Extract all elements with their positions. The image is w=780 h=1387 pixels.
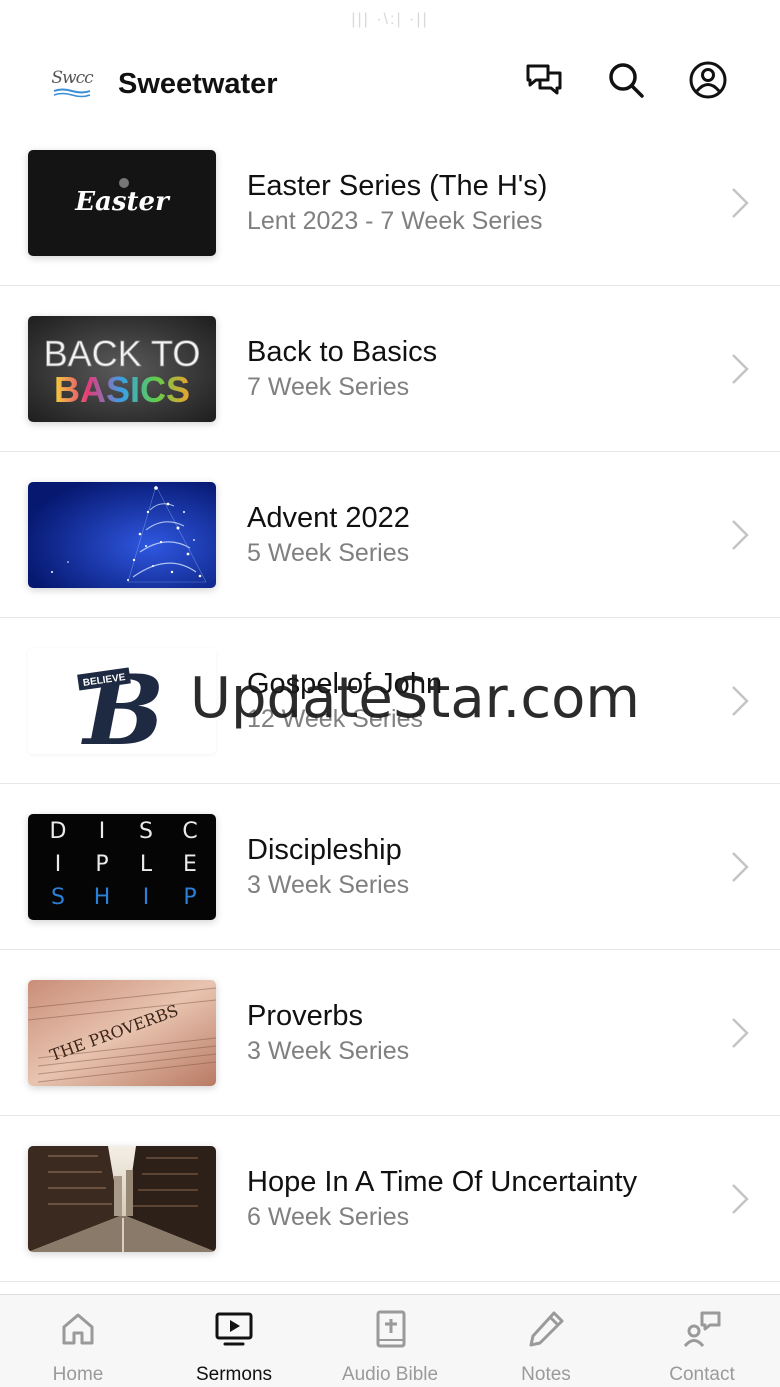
- sermon-text: Easter Series (The H's) Lent 2023 - 7 We…: [247, 170, 547, 236]
- tab-label: Contact: [669, 1364, 735, 1385]
- sermon-text: Discipleship 3 Week Series: [247, 834, 409, 900]
- tab-label: Sermons: [195, 1364, 273, 1385]
- contact-icon: [682, 1309, 722, 1349]
- sermon-subtitle: Lent 2023 - 7 Week Series: [247, 206, 543, 235]
- tab-label: Audio Bible: [341, 1364, 439, 1385]
- chevron-right-icon: [732, 851, 749, 882]
- sermon-thumbnail: DISCIPLESHIP: [28, 813, 216, 920]
- app-logo: Swcc: [50, 62, 94, 106]
- app-title: Sweetwater: [118, 67, 278, 100]
- sermon-subtitle: 3 Week Series: [247, 870, 410, 899]
- tv-play-icon: [214, 1309, 254, 1349]
- pencil-icon: [526, 1309, 566, 1349]
- tab-sermons[interactable]: Sermons: [156, 1295, 312, 1387]
- home-icon: [58, 1309, 98, 1349]
- sermon-row-advent-2022[interactable]: Advent 2022 5 Week Series: [0, 452, 780, 618]
- sermon-text: Gospel of John 12 Week Series: [247, 668, 442, 734]
- sermon-text: Back to Basics 7 Week Series: [247, 336, 437, 402]
- tab-notes[interactable]: Notes: [468, 1295, 624, 1387]
- app-header: Swcc Sweetwater: [0, 40, 780, 128]
- sermon-title: Back to Basics: [247, 335, 438, 368]
- chevron-right-icon: [732, 685, 749, 716]
- bible-icon: [370, 1309, 410, 1349]
- sermon-thumbnail: THE PROVERBS: [28, 979, 216, 1086]
- sermon-row-back-to-basics[interactable]: BACK TO BASICS Back to Basics 7 Week Ser…: [0, 286, 780, 452]
- sermon-thumbnail: [28, 1145, 216, 1252]
- sermon-subtitle: 3 Week Series: [247, 1036, 410, 1065]
- logo-wave-icon: [53, 88, 91, 97]
- tab-contact[interactable]: Contact: [624, 1295, 780, 1387]
- tab-label: Notes: [521, 1364, 571, 1385]
- sermon-thumbnail: B BELIEVE: [28, 647, 216, 754]
- thumb-letter: S: [51, 885, 65, 910]
- thumb-letter: P: [183, 885, 196, 910]
- thumb-letter: I: [143, 885, 150, 910]
- chevron-right-icon: [732, 187, 749, 218]
- status-text: ||| ·\:| ·||: [351, 11, 429, 28]
- sermon-thumbnail: BACK TO BASICS: [28, 315, 216, 422]
- thumb-letter: L: [140, 852, 153, 877]
- thumb-letter: C: [182, 819, 197, 844]
- chevron-right-icon: [732, 1183, 749, 1214]
- search-icon[interactable]: [604, 58, 648, 102]
- sermon-thumbnail: [28, 481, 216, 588]
- sermon-row-proverbs[interactable]: THE PROVERBS Proverbs 3 Week Series: [0, 950, 780, 1116]
- sermon-row-hope[interactable]: Hope In A Time Of Uncertainty 6 Week Ser…: [0, 1116, 780, 1282]
- sermon-title: Proverbs: [247, 999, 364, 1032]
- chevron-right-icon: [732, 1017, 749, 1048]
- thumb-letter: D: [50, 819, 67, 844]
- sermon-subtitle: 7 Week Series: [247, 372, 410, 401]
- sermon-title: Hope In A Time Of Uncertainty: [247, 1165, 638, 1198]
- sermon-list: Easter Easter Series (The H's) Lent 2023…: [0, 120, 780, 1282]
- tab-audio-bible[interactable]: Audio Bible: [312, 1295, 468, 1387]
- thumb-letter: I: [99, 819, 106, 844]
- sermon-title: Easter Series (The H's): [247, 169, 548, 202]
- sermon-title: Discipleship: [247, 833, 402, 866]
- chat-icon[interactable]: [522, 58, 566, 102]
- sermon-row-discipleship[interactable]: DISCIPLESHIP Discipleship 3 Week Series: [0, 784, 780, 950]
- thumb-text-bottom: BASICS: [54, 369, 190, 410]
- sermon-thumbnail: Easter: [28, 149, 216, 256]
- thumb-letter: H: [94, 885, 111, 910]
- chevron-right-icon: [732, 519, 749, 550]
- sermon-subtitle: 5 Week Series: [247, 538, 410, 567]
- tab-label: Home: [52, 1364, 104, 1385]
- logo-text: Swcc: [51, 67, 93, 88]
- sermon-text: Hope In A Time Of Uncertainty 6 Week Ser…: [247, 1166, 637, 1232]
- thumb-text: Easter: [74, 187, 171, 217]
- chevron-right-icon: [732, 353, 749, 384]
- status-bar: ||| ·\:| ·||: [0, 0, 780, 40]
- thumb-letter: S: [139, 819, 153, 844]
- sermon-title: Gospel of John: [247, 667, 443, 700]
- sermon-subtitle: 12 Week Series: [247, 704, 424, 733]
- thumb-letter: P: [95, 852, 108, 877]
- tab-bar: Home Sermons Audio Bible Notes Contact: [0, 1294, 780, 1387]
- sermon-title: Advent 2022: [247, 501, 410, 534]
- sermon-text: Advent 2022 5 Week Series: [247, 502, 410, 568]
- header-actions: [522, 58, 730, 102]
- thumb-text-top: BACK TO: [44, 333, 201, 374]
- sermon-text: Proverbs 3 Week Series: [247, 1000, 409, 1066]
- tab-home[interactable]: Home: [0, 1295, 156, 1387]
- profile-icon[interactable]: [686, 58, 730, 102]
- thumb-letter: I: [55, 852, 62, 877]
- thumb-letter: E: [183, 852, 197, 877]
- sermon-row-easter[interactable]: Easter Easter Series (The H's) Lent 2023…: [0, 120, 780, 286]
- sermon-subtitle: 6 Week Series: [247, 1202, 410, 1231]
- sermon-row-gospel-of-john[interactable]: B BELIEVE Gospel of John 12 Week Series: [0, 618, 780, 784]
